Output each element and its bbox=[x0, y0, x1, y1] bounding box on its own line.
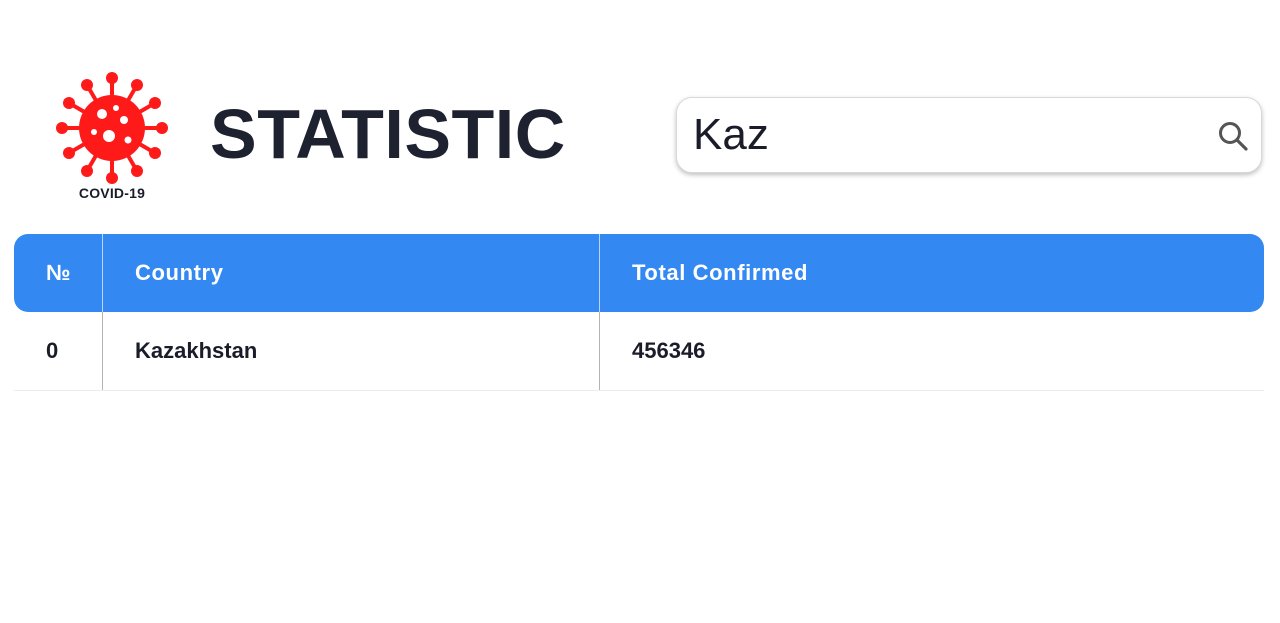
search-icon[interactable] bbox=[1217, 120, 1249, 152]
column-header-number[interactable]: № bbox=[14, 234, 102, 312]
search-box[interactable] bbox=[676, 97, 1262, 173]
table-body: 0 Kazakhstan 456346 bbox=[14, 312, 1264, 391]
column-header-total-confirmed[interactable]: Total Confirmed bbox=[599, 234, 1264, 312]
page-title: STATISTIC bbox=[210, 95, 566, 173]
statistics-table: № Country Total Confirmed 0 Kazakhstan 4… bbox=[14, 234, 1264, 391]
search-input[interactable] bbox=[693, 106, 1193, 164]
covid-logo: COVID-19 bbox=[50, 66, 174, 206]
table-row[interactable]: 0 Kazakhstan 456346 bbox=[14, 312, 1264, 391]
logo-caption: COVID-19 bbox=[78, 185, 146, 201]
page: COVID-19 STATISTIC № Country Total Confi… bbox=[0, 0, 1280, 623]
virus-icon bbox=[56, 72, 168, 184]
row-country: Kazakhstan bbox=[102, 312, 599, 390]
row-total-confirmed: 456346 bbox=[599, 312, 1264, 390]
row-index: 0 bbox=[46, 338, 59, 363]
column-header-country[interactable]: Country bbox=[102, 234, 599, 312]
table-header: № Country Total Confirmed bbox=[14, 234, 1264, 312]
